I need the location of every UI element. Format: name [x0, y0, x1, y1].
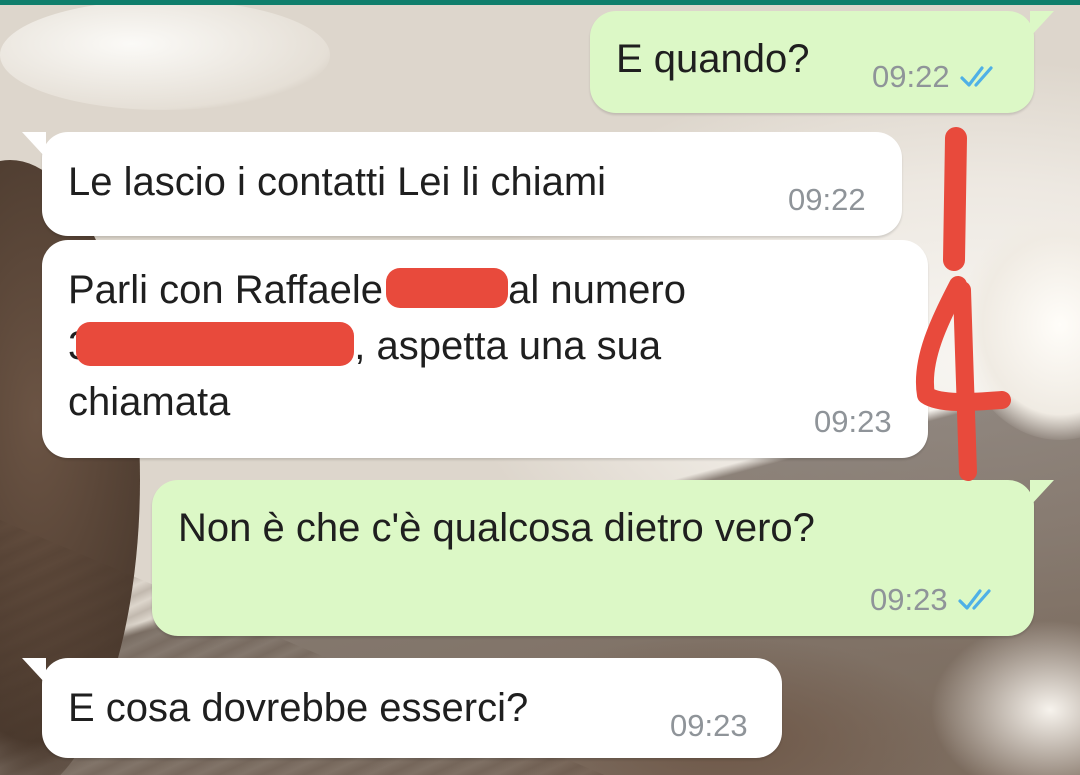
message-bubble-outgoing[interactable]: Non è che c'è qualcosa dietro vero? 09:2… — [152, 480, 1054, 636]
message-meta: 09:23 — [670, 708, 748, 744]
message-line: 3, aspetta una sua — [68, 318, 661, 374]
double-check-read-icon — [959, 66, 993, 87]
double-check-read-icon — [957, 589, 991, 610]
redaction-mark — [386, 268, 509, 309]
message-time: 09:22 — [788, 182, 866, 217]
message-text: E quando? — [616, 37, 810, 81]
handwritten-annotation — [915, 127, 1011, 481]
message-text: chiamata — [68, 380, 231, 424]
message-text: , aspetta una sua — [354, 324, 662, 368]
message-time: 09:23 — [870, 582, 948, 617]
message-meta: 09:22 — [788, 182, 866, 218]
message-bubble-incoming[interactable]: Parli con Raffaele al numero 3, aspetta … — [42, 240, 928, 458]
message-time: 09:23 — [814, 404, 892, 439]
message-text: al numero — [508, 268, 686, 312]
message-text: Parli con Raffaele — [68, 268, 395, 312]
message-text: Non è che c'è qualcosa dietro vero? — [178, 506, 815, 550]
message-meta: 09:23 — [870, 582, 1002, 618]
redaction-mark — [76, 322, 355, 367]
message-time: 09:22 — [872, 59, 950, 94]
message-text: Le lascio i contatti Lei li chiami — [68, 160, 607, 204]
message-text: E cosa dovrebbe esserci? — [68, 686, 529, 730]
message-meta: 09:23 — [814, 404, 892, 440]
message-meta: 09:22 — [872, 59, 1004, 95]
message-time: 09:23 — [670, 708, 748, 743]
message-bubble-incoming[interactable]: Le lascio i contatti Lei li chiami 09:22 — [22, 132, 902, 236]
message-bubble-incoming[interactable]: E cosa dovrebbe esserci? 09:23 — [22, 658, 782, 758]
header-strip — [0, 0, 1080, 5]
wallpaper-cup-shape — [0, 0, 330, 110]
wallpaper-light-shape — [930, 620, 1080, 775]
message-line: Parli con Raffaele al numero — [68, 262, 686, 318]
message-line: chiamata — [68, 374, 230, 430]
message-bubble-outgoing[interactable]: E quando? 09:22 — [590, 11, 1054, 113]
